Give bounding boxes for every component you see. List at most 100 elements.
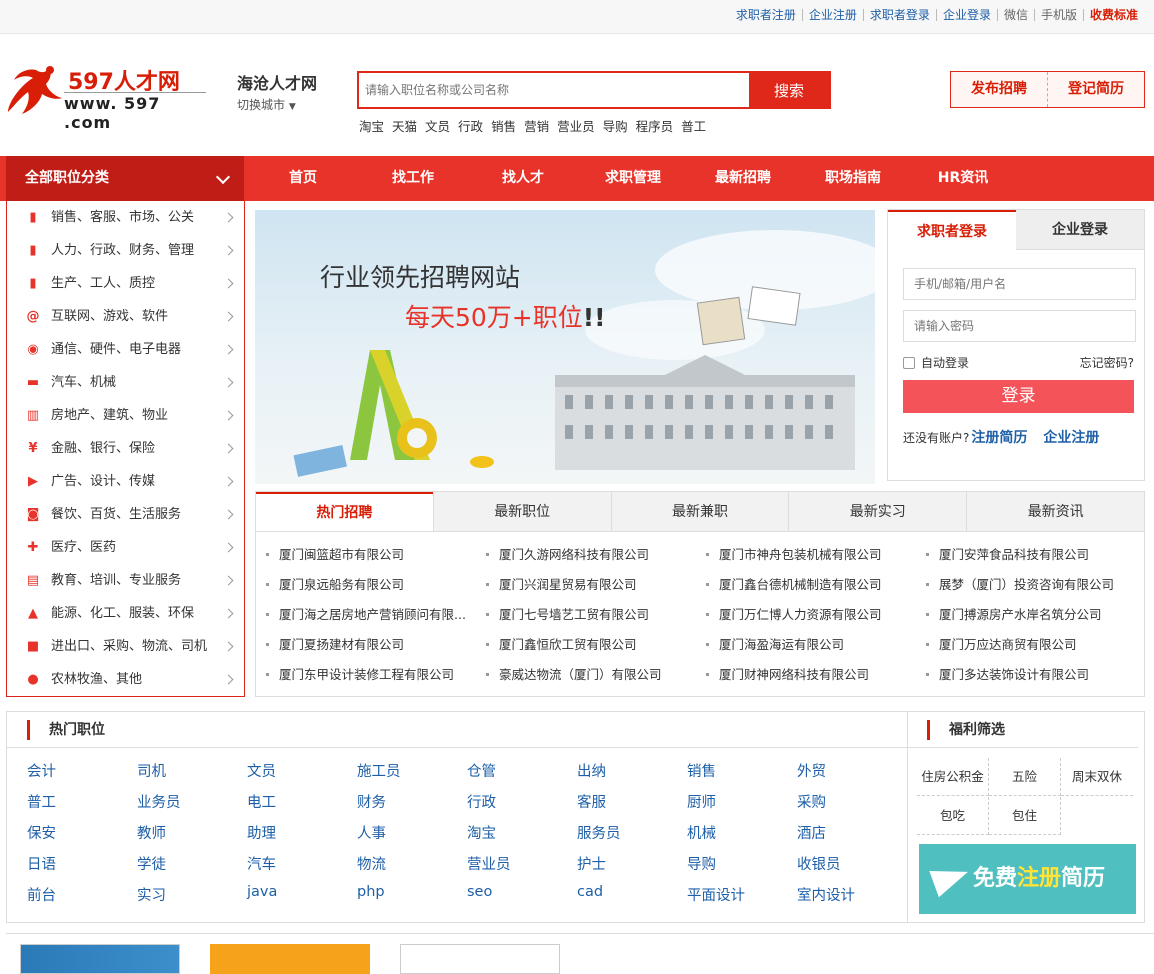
job-link[interactable]: php (357, 884, 385, 900)
job-link[interactable]: 行政 (467, 791, 496, 812)
hot-word[interactable]: 天猫 (392, 119, 417, 134)
seeker-login-link[interactable]: 求职者登录 (862, 9, 936, 21)
category-item[interactable]: ■ 进出口、采购、物流、司机 (7, 630, 244, 663)
job-link[interactable]: 机械 (687, 822, 716, 843)
welfare-housing[interactable]: 包住 (989, 797, 1061, 835)
hot-word[interactable]: 文员 (425, 119, 450, 134)
job-link[interactable]: 外贸 (797, 760, 826, 781)
pricing-link[interactable]: 收费标准 (1082, 9, 1144, 21)
ad-banner[interactable] (400, 944, 560, 974)
job-link[interactable]: 汽车 (247, 853, 276, 874)
job-link[interactable]: 财务 (357, 791, 386, 812)
nav-latest-jobs[interactable]: 最新招聘 (688, 156, 798, 201)
nav-job-management[interactable]: 求职管理 (578, 156, 688, 201)
company-link[interactable]: 厦门鑫恒欣工贸有限公司 (486, 634, 691, 653)
category-item[interactable]: ▤ 教育、培训、专业服务 (7, 564, 244, 597)
category-item[interactable]: ▬ 汽车、机械 (7, 366, 244, 399)
job-link[interactable]: 实习 (137, 884, 166, 905)
job-link[interactable]: 仓管 (467, 760, 496, 781)
company-link[interactable]: 展梦（厦门）投资咨询有限公司 (926, 574, 1131, 593)
mobile-link[interactable]: 手机版 (1033, 9, 1083, 21)
tab-latest-jobs[interactable]: 最新职位 (432, 492, 611, 531)
job-link[interactable]: 电工 (247, 791, 276, 812)
job-link[interactable]: cad (577, 884, 603, 900)
tab-seeker-login[interactable]: 求职者登录 (888, 210, 1016, 250)
category-item[interactable]: ▮ 人力、行政、财务、管理 (7, 234, 244, 267)
company-link[interactable]: 厦门久游网络科技有限公司 (486, 544, 691, 563)
company-link[interactable]: 厦门泉远船务有限公司 (266, 574, 471, 593)
job-link[interactable]: 销售 (687, 760, 716, 781)
job-link[interactable]: 业务员 (137, 791, 181, 812)
category-item[interactable]: ▥ 房地产、建筑、物业 (7, 399, 244, 432)
job-link[interactable]: 普工 (27, 791, 56, 812)
nav-find-talent[interactable]: 找人才 (468, 156, 578, 201)
category-item[interactable]: ◉ 通信、硬件、电子电器 (7, 333, 244, 366)
company-link[interactable]: 厦门财神网络科技有限公司 (706, 664, 911, 683)
company-link[interactable]: 厦门东甲设计装修工程有限公司 (266, 664, 471, 683)
search-input[interactable] (359, 73, 751, 107)
job-link[interactable]: 营业员 (467, 853, 511, 874)
username-input[interactable] (903, 268, 1136, 300)
tab-latest-parttime[interactable]: 最新兼职 (610, 492, 789, 531)
job-link[interactable]: 日语 (27, 853, 56, 874)
hot-word[interactable]: 营业员 (557, 119, 595, 134)
job-link[interactable]: seo (467, 884, 492, 900)
company-link[interactable]: 厦门市神舟包装机械有限公司 (706, 544, 911, 563)
job-link[interactable]: 室内设计 (797, 884, 855, 905)
tab-hot-recruit[interactable]: 热门招聘 (256, 492, 433, 531)
job-link[interactable]: 出纳 (577, 760, 606, 781)
job-link[interactable]: 文员 (247, 760, 276, 781)
company-link[interactable]: 厦门七号墙艺工贸有限公司 (486, 604, 691, 623)
job-link[interactable]: 会计 (27, 760, 56, 781)
job-link[interactable]: 助理 (247, 822, 276, 843)
category-item[interactable]: ▶ 广告、设计、传媒 (7, 465, 244, 498)
job-link[interactable]: 人事 (357, 822, 386, 843)
promo-banner[interactable]: 行业领先招聘网站 每天50万+职位!! (255, 210, 875, 484)
job-link[interactable]: 收银员 (797, 853, 841, 874)
city-switch[interactable]: 切换城市 ▼ (237, 96, 317, 113)
category-item[interactable]: ▮ 销售、客服、市场、公关 (7, 201, 244, 234)
job-link[interactable]: 平面设计 (687, 884, 745, 905)
welfare-meals[interactable]: 包吃 (917, 797, 989, 835)
hot-word[interactable]: 普工 (681, 119, 706, 134)
category-item[interactable]: ✚ 医疗、医药 (7, 531, 244, 564)
company-link[interactable]: 厦门闽篮超市有限公司 (266, 544, 471, 563)
search-button[interactable]: 搜索 (749, 73, 829, 107)
ad-banner[interactable] (210, 944, 370, 974)
job-link[interactable]: 施工员 (357, 760, 401, 781)
forgot-password-link[interactable]: 忘记密码? (1080, 354, 1134, 371)
company-link[interactable]: 厦门夏扬建材有限公司 (266, 634, 471, 653)
free-register-resume-banner[interactable]: 免费注册简历 (919, 844, 1136, 914)
seeker-register-link[interactable]: 求职者注册 (730, 9, 802, 21)
job-link[interactable]: 护士 (577, 853, 606, 874)
job-link[interactable]: 采购 (797, 791, 826, 812)
company-link[interactable]: 厦门万仁博人力资源有限公司 (706, 604, 911, 623)
company-link[interactable]: 厦门鑫台德机械制造有限公司 (706, 574, 911, 593)
tab-company-login[interactable]: 企业登录 (1016, 210, 1144, 250)
company-link[interactable]: 厦门多达装饰设计有限公司 (926, 664, 1131, 683)
welfare-insurance[interactable]: 五险 (989, 758, 1061, 796)
hot-word[interactable]: 销售 (491, 119, 516, 134)
company-link[interactable]: 厦门兴润星贸易有限公司 (486, 574, 691, 593)
hot-word[interactable]: 营销 (524, 119, 549, 134)
company-link[interactable]: 厦门海之居房地产营销顾问有限... (266, 604, 471, 623)
site-logo[interactable]: 597人才网 www. 597 .com (6, 60, 206, 132)
welfare-weekends[interactable]: 周末双休 (1061, 758, 1133, 796)
post-job-button[interactable]: 发布招聘 (951, 72, 1048, 107)
job-link[interactable]: 前台 (27, 884, 56, 905)
ad-banner[interactable] (20, 944, 180, 974)
login-button[interactable]: 登录 (903, 380, 1134, 413)
job-link[interactable]: 客服 (577, 791, 606, 812)
job-link[interactable]: java (247, 884, 277, 900)
tab-latest-intern[interactable]: 最新实习 (788, 492, 967, 531)
job-link[interactable]: 保安 (27, 822, 56, 843)
company-link[interactable]: 豪威达物流（厦门）有限公司 (486, 664, 691, 683)
job-link[interactable]: 酒店 (797, 822, 826, 843)
nav-home[interactable]: 首页 (248, 156, 358, 201)
register-resume-link[interactable]: 注册简历 (971, 430, 1027, 446)
welfare-housing-fund[interactable]: 住房公积金 (917, 758, 989, 796)
category-item[interactable]: ● 农林牧渔、其他 (7, 663, 244, 696)
job-link[interactable]: 司机 (137, 760, 166, 781)
hot-word[interactable]: 程序员 (636, 119, 674, 134)
hot-word[interactable]: 行政 (458, 119, 483, 134)
